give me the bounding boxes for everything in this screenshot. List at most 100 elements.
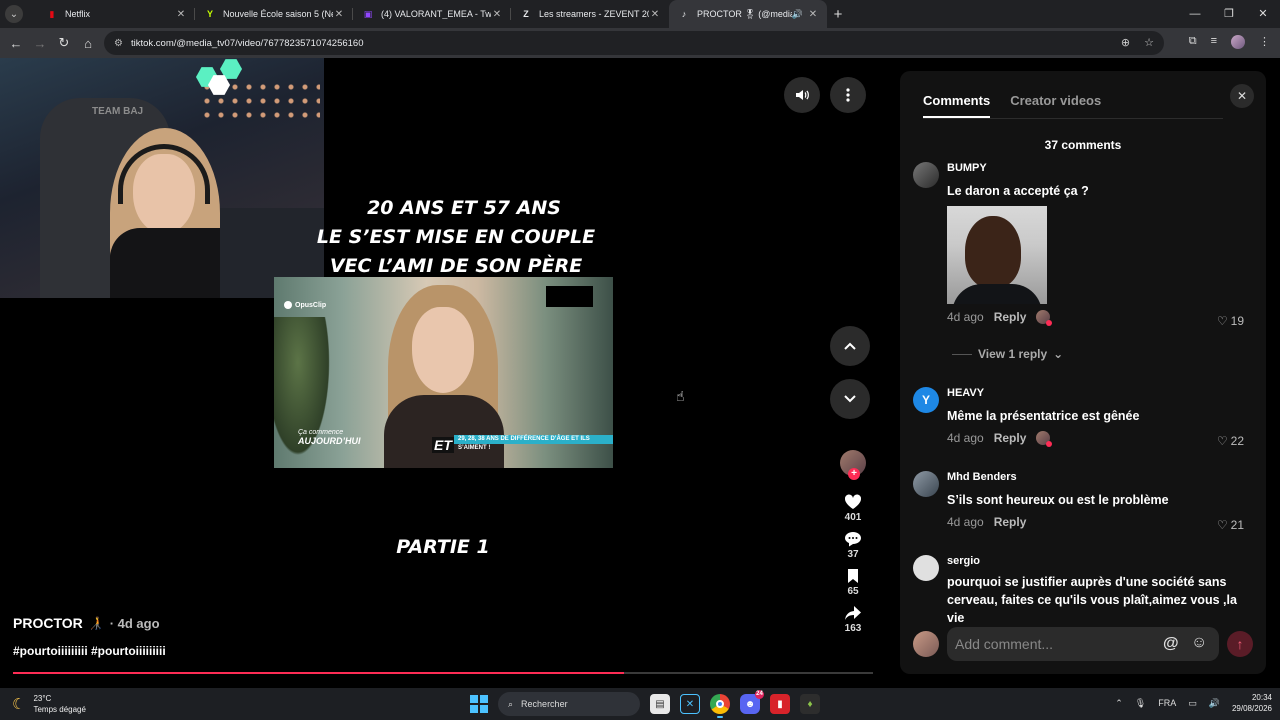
forward-icon[interactable]: →: [28, 36, 52, 51]
media-control-icon[interactable]: ≡: [1211, 35, 1217, 49]
previous-video-button[interactable]: [830, 326, 870, 366]
discord-icon[interactable]: ☻ 24: [740, 690, 764, 714]
comment-body: sergio pourquoi se justifier auprès d'un…: [947, 555, 1257, 627]
reply-button[interactable]: Reply: [994, 431, 1027, 445]
chair-logo: TEAM BAJ: [92, 106, 144, 117]
discord-badge: 24: [755, 690, 764, 699]
xbox-icon[interactable]: ✕: [680, 694, 700, 714]
temperature: 23°C: [33, 694, 52, 703]
commenter-avatar[interactable]: [913, 162, 939, 188]
send-button[interactable]: ↑: [1227, 631, 1253, 657]
tab-nouvelle-ecole[interactable]: Y Nouvelle École saison 5 (Netflix) ✕: [195, 0, 353, 28]
chevron-down-icon: ⌄: [1053, 347, 1064, 361]
home-icon[interactable]: ⌂: [76, 36, 100, 51]
clock[interactable]: 20:34 29/08/2026: [1232, 692, 1272, 714]
taskbar-search[interactable]: ⌕ Rechercher: [498, 692, 640, 716]
view-replies-button[interactable]: View 1 reply ⌄: [952, 347, 1063, 361]
volume-icon[interactable]: 🔊: [1209, 698, 1220, 709]
tab-zevent[interactable]: Z Les streamers - ZEVENT 2026 ✕: [511, 0, 669, 28]
share-count: 163: [844, 623, 862, 634]
follow-plus-icon[interactable]: +: [848, 468, 860, 480]
save-action[interactable]: 65: [846, 568, 860, 597]
address-bar[interactable]: ⚙ tiktok.com/@media_tv07/video/767782357…: [104, 31, 1164, 55]
site-info-icon[interactable]: ⚙: [114, 38, 123, 49]
tab-close-icon[interactable]: ✕: [491, 9, 503, 20]
comment-meta: 4d ago Reply: [947, 431, 1257, 447]
comment-like[interactable]: ♡ 21: [1217, 518, 1244, 532]
close-panel-button[interactable]: ✕: [1230, 84, 1254, 108]
more-options-button[interactable]: [830, 77, 866, 113]
et-logo: ET: [432, 437, 454, 453]
commenter-name[interactable]: Mhd Benders: [947, 471, 1257, 483]
commenter-name[interactable]: BUMPY: [947, 162, 1257, 174]
twitch-favicon-icon: ▣: [363, 8, 373, 19]
comment-time: 4d ago: [947, 515, 984, 529]
commenter-avatar[interactable]: [913, 555, 939, 581]
like-count: 401: [844, 512, 862, 523]
new-tab-button[interactable]: +: [827, 6, 849, 23]
profile-avatar[interactable]: [1231, 35, 1245, 49]
taskbar-apps: ⌕ Rechercher ▤ ✕ ☻ 24 ▮ ♦: [470, 690, 820, 718]
app-red-icon[interactable]: ▮: [770, 694, 790, 714]
like-action[interactable]: 401: [844, 494, 862, 523]
extensions-icon[interactable]: ⧉: [1189, 35, 1197, 49]
commenter-name[interactable]: HEAVY: [947, 387, 1257, 399]
reload-icon[interactable]: ↻: [52, 35, 76, 51]
reply-line: [952, 353, 972, 355]
comment-input-box[interactable]: @ ☺: [947, 627, 1219, 661]
tab-title: PROCTOR 🎖 (@media_tv07): [697, 8, 792, 19]
share-action[interactable]: 163: [844, 605, 862, 634]
creator-avatar[interactable]: +: [840, 450, 866, 480]
video-hashtags[interactable]: #pourtoiiiiiiiii #pourtoiiiiiiiii: [13, 644, 166, 658]
tab-netflix[interactable]: ▮ Netflix ✕: [37, 0, 195, 28]
comment-input[interactable]: [955, 635, 1155, 653]
chevron-up-icon[interactable]: ⌃: [1115, 698, 1123, 709]
comment-action[interactable]: 37: [844, 531, 862, 560]
mention-icon[interactable]: @: [1163, 635, 1179, 653]
reply-button[interactable]: Reply: [994, 515, 1027, 529]
tab-close-icon[interactable]: ✕: [175, 9, 187, 20]
tab-close-icon[interactable]: ✕: [807, 9, 819, 20]
tab-twitch[interactable]: ▣ (4) VALORANT_EMEA - Twitch ✕: [353, 0, 511, 28]
comment-time: 4d ago: [947, 431, 984, 445]
language-indicator[interactable]: FRA: [1158, 698, 1176, 708]
video-player[interactable]: TEAM BAJ 20 ANS ET 57 ANS LE S’EST MISE …: [0, 58, 890, 688]
commenter-avatar[interactable]: Y: [913, 387, 939, 413]
tab-close-icon[interactable]: ✕: [649, 9, 661, 20]
tab-creator-videos[interactable]: Creator videos: [1010, 93, 1101, 118]
file-explorer-icon[interactable]: ▤: [650, 694, 670, 714]
tab-search-icon[interactable]: ⌄: [5, 5, 23, 23]
opusclip-logo-icon: [284, 301, 292, 309]
video-progress-bar[interactable]: [13, 672, 873, 674]
commenter-avatar[interactable]: [913, 471, 939, 497]
zoom-icon[interactable]: ⊕: [1121, 36, 1130, 49]
show-line: Ça commence: [298, 429, 344, 436]
windows-start-icon[interactable]: [470, 695, 488, 713]
next-video-button[interactable]: [830, 379, 870, 419]
back-icon[interactable]: ←: [4, 36, 28, 51]
weather-widget[interactable]: ☾ 23°C Temps dégagé: [12, 693, 86, 715]
chrome-icon[interactable]: [710, 694, 730, 718]
author-name[interactable]: PROCTOR: [13, 615, 83, 631]
microphone-icon[interactable]: 🎙: [1135, 698, 1146, 709]
volume-button[interactable]: [784, 77, 820, 113]
commenter-name[interactable]: sergio: [947, 555, 1257, 567]
comment-image[interactable]: [947, 206, 1047, 304]
bookmark-star-icon[interactable]: ☆: [1144, 36, 1154, 49]
network-icon[interactable]: ▭: [1188, 698, 1197, 709]
divider: [923, 118, 1223, 119]
app-green-icon[interactable]: ♦: [800, 694, 820, 714]
presenter-face: [412, 307, 474, 393]
tab-comments[interactable]: Comments: [923, 93, 991, 118]
tab-close-icon[interactable]: ✕: [333, 9, 345, 20]
comment-like[interactable]: ♡ 19: [1217, 314, 1244, 328]
close-window-icon[interactable]: ✕: [1246, 0, 1280, 28]
emoji-icon[interactable]: ☺: [1191, 634, 1207, 652]
minimize-icon[interactable]: —: [1178, 0, 1212, 28]
browser-menu-icon[interactable]: ⋮: [1259, 35, 1270, 49]
tab-tiktok[interactable]: ♪ PROCTOR 🎖 (@media_tv07) 🔊 ✕: [669, 0, 827, 28]
restore-icon[interactable]: ❐: [1212, 0, 1246, 28]
comment-like[interactable]: ♡ 22: [1217, 434, 1244, 448]
reply-button[interactable]: Reply: [994, 310, 1027, 324]
tab-audio-icon[interactable]: 🔊: [792, 9, 803, 20]
